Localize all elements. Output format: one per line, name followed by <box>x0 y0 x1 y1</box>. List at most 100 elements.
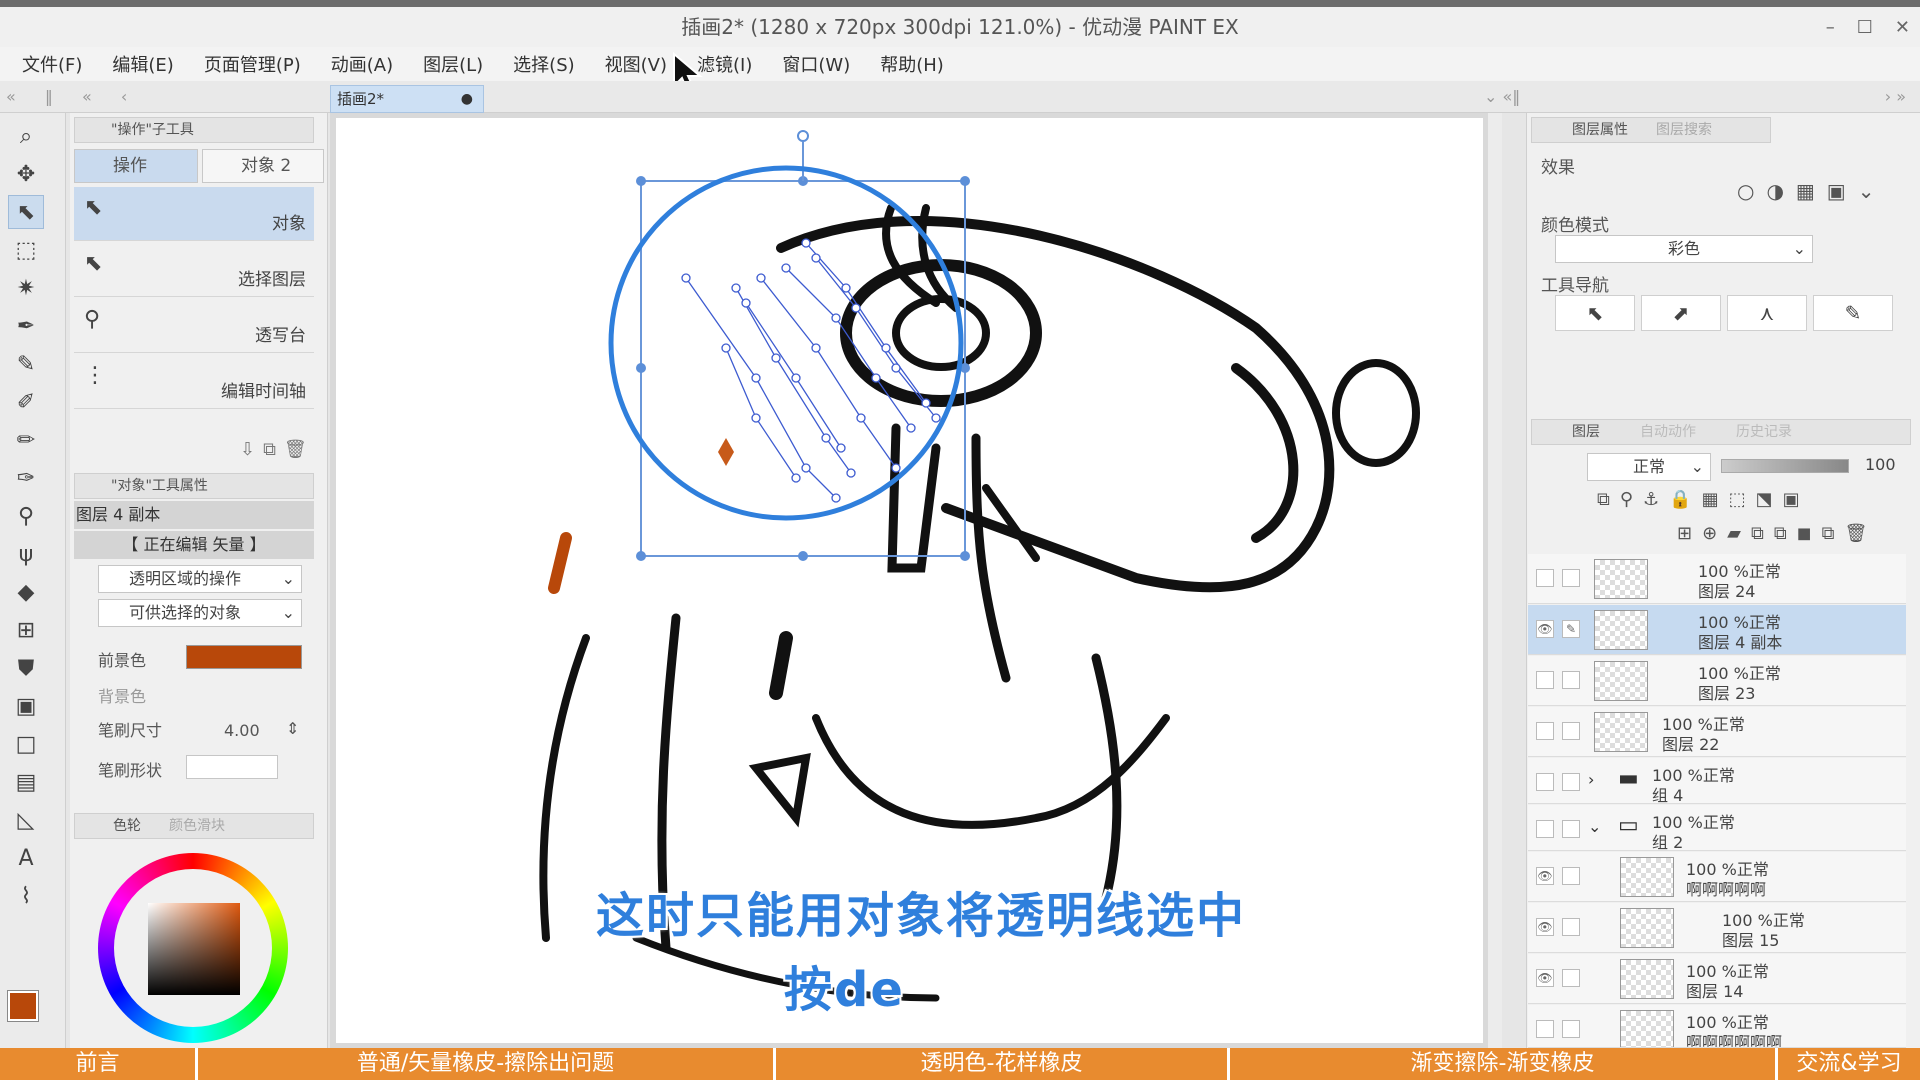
brush-size-spinner-icon[interactable]: ⇕ <box>286 719 299 738</box>
panel-collapse-arrows[interactable]: « ‖ « ‹ <box>6 87 139 106</box>
opacity-slider[interactable] <box>1721 459 1849 473</box>
menu-select[interactable]: 选择(S) <box>513 51 574 77</box>
lock-toggle[interactable] <box>1562 671 1580 689</box>
operation-tool-icon[interactable]: ⬉ <box>8 195 44 229</box>
selectable-object-dropdown[interactable]: 可供选择的对象 ⌄ <box>98 599 302 627</box>
close-button[interactable]: ✕ <box>1895 17 1910 38</box>
brush-size-value[interactable]: 4.00 <box>224 721 260 740</box>
stamp-tool-icon[interactable]: ⚲ <box>8 499 44 533</box>
nav-control-point-button[interactable]: ⬈ <box>1641 295 1721 331</box>
lock-toggle[interactable] <box>1562 722 1580 740</box>
layer-row[interactable]: 👁 100 %正常 图层 15 <box>1528 903 1906 953</box>
eye-icon[interactable]: 👁 <box>1536 918 1554 936</box>
visibility-toggle[interactable] <box>1536 773 1554 791</box>
pencil-tool-icon[interactable]: ✎ <box>8 347 44 381</box>
folder-row[interactable]: ⌄ ▭ 100 %正常组 2 <box>1528 805 1906 852</box>
layer-row[interactable]: 100 %正常 图层 23 <box>1528 656 1906 706</box>
nav-line-width-button[interactable]: ✎ <box>1813 295 1893 331</box>
grass-tool-icon[interactable]: ψ <box>8 537 44 571</box>
main-color-swatch[interactable] <box>7 990 39 1022</box>
layer-property-tab[interactable]: 图层属性 <box>1572 122 1628 138</box>
brush-shape-dropdown[interactable] <box>186 755 278 779</box>
airbrush-tool-icon[interactable]: ✏ <box>8 423 44 457</box>
lock-toggle[interactable] <box>1562 918 1580 936</box>
lock-toggle[interactable] <box>1562 1020 1580 1038</box>
nav-object-button[interactable]: ⬉ <box>1555 295 1635 331</box>
menu-view[interactable]: 视图(V) <box>605 51 667 77</box>
layer-row[interactable]: 100 %正常 图层 24 <box>1528 554 1906 604</box>
chapter-community[interactable]: 交流&学习 <box>1778 1048 1920 1080</box>
subtool-actions[interactable]: ⇩⧉🗑 <box>240 439 315 460</box>
eye-icon[interactable]: 👁 <box>1536 620 1554 638</box>
color-wheel-tab[interactable]: 色轮 <box>113 818 141 834</box>
gradient-tool-icon[interactable]: ▣ <box>8 689 44 723</box>
subtool-object[interactable]: ⬉ 对象 <box>74 187 314 241</box>
lock-toggle[interactable] <box>1562 867 1580 885</box>
tab-operation[interactable]: 操作 <box>74 149 198 183</box>
fill-tool-icon[interactable]: ⛊ <box>8 651 44 685</box>
canvas-scrollbar[interactable] <box>1488 113 1502 1048</box>
subtool-lighttable[interactable]: ⚲ 透写台 <box>74 299 314 353</box>
menu-edit[interactable]: 编辑(E) <box>112 51 173 77</box>
nav-pinch-button[interactable]: ⋏ <box>1727 295 1807 331</box>
layer-row[interactable]: 👁 100 %正常 啊啊啊啊啊 <box>1528 852 1906 902</box>
dock-arrows[interactable]: ⌄ «‖ <box>1484 87 1520 106</box>
tab-object[interactable]: 对象 2 <box>202 149 324 183</box>
brush-tool-icon[interactable]: ✐ <box>8 385 44 419</box>
pen-icon[interactable]: ✎ <box>1562 620 1580 638</box>
move-tool-icon[interactable]: ✥ <box>8 157 44 191</box>
document-tab[interactable]: 插画2* ● <box>330 85 484 113</box>
lock-toggle[interactable] <box>1562 969 1580 987</box>
chevron-down-icon[interactable]: ⌄ <box>1588 817 1601 836</box>
layer-toolbar-2[interactable]: ⊞⊕▰⧉⧉◼⧉🗑 <box>1677 523 1877 544</box>
minimize-button[interactable]: – <box>1826 17 1835 38</box>
figure-tool-icon[interactable]: □ <box>8 727 44 761</box>
fg-color-swatch[interactable] <box>186 645 302 669</box>
layer-row[interactable]: 100 %正常 啊啊啊啊啊啊 <box>1528 1005 1906 1048</box>
layer-search-tab[interactable]: 图层搜索 <box>1656 122 1712 138</box>
subtool-timeline[interactable]: ⋮ 编辑时间轴 <box>74 355 314 409</box>
menu-window[interactable]: 窗口(W) <box>782 51 850 77</box>
layer-row[interactable]: 👁 100 %正常 图层 14 <box>1528 954 1906 1004</box>
tab-layer[interactable]: 图层 <box>1572 424 1600 440</box>
maximize-button[interactable]: ☐ <box>1857 17 1873 38</box>
tab-auto-action[interactable]: 自动动作 <box>1640 424 1696 440</box>
selection-tool-icon[interactable]: ⬚ <box>8 233 44 267</box>
menu-file[interactable]: 文件(F) <box>22 51 82 77</box>
layer-row[interactable]: 100 %正常 图层 22 <box>1528 707 1906 757</box>
transparent-area-dropdown[interactable]: 透明区域的操作 ⌄ <box>98 565 302 593</box>
visibility-toggle[interactable] <box>1536 722 1554 740</box>
subtool-select-layer[interactable]: ⬉ 选择图层 <box>74 243 314 297</box>
chapter-gradient[interactable]: 渐变擦除-渐变橡皮 <box>1230 1048 1778 1080</box>
folder-row[interactable]: › ▬ 100 %正常组 4 <box>1528 758 1906 805</box>
chevron-right-icon[interactable]: › <box>1588 770 1594 789</box>
lock-toggle[interactable] <box>1562 773 1580 791</box>
visibility-toggle[interactable] <box>1536 820 1554 838</box>
eraser-tool-icon[interactable]: ◆ <box>8 575 44 609</box>
chapter-transparent[interactable]: 透明色-花样橡皮 <box>776 1048 1230 1080</box>
color-square[interactable] <box>148 903 240 995</box>
blend-tool-icon[interactable]: ⊞ <box>8 613 44 647</box>
chapter-intro[interactable]: 前言 <box>0 1048 198 1080</box>
layer-row[interactable]: 👁 ✎ 100 %正常 图层 4 副本 <box>1528 605 1906 655</box>
visibility-toggle[interactable] <box>1536 569 1554 587</box>
balloon-tool-icon[interactable]: ⌇ <box>8 879 44 913</box>
eye-icon[interactable]: 👁 <box>1536 969 1554 987</box>
auto-select-tool-icon[interactable]: ✷ <box>8 271 44 305</box>
frame-tool-icon[interactable]: ▤ <box>8 765 44 799</box>
text-tool-icon[interactable]: A <box>8 841 44 875</box>
ruler-tool-icon[interactable]: ◺ <box>8 803 44 837</box>
opacity-value[interactable]: 100 <box>1865 455 1896 474</box>
menu-page[interactable]: 页面管理(P) <box>204 51 301 77</box>
lock-toggle[interactable] <box>1562 569 1580 587</box>
color-slider-tab[interactable]: 颜色滑块 <box>169 818 225 834</box>
menu-layer[interactable]: 图层(L) <box>423 51 483 77</box>
effect-icons[interactable]: ○◑▦▣⌄ <box>1737 179 1886 203</box>
tab-history[interactable]: 历史记录 <box>1736 424 1792 440</box>
right-arrows[interactable]: › » <box>1885 87 1906 106</box>
blend-mode-dropdown[interactable]: 正常 ⌄ <box>1587 453 1711 481</box>
pen-tool-icon[interactable]: ✒ <box>8 309 44 343</box>
chapter-eraser-issue[interactable]: 普通/矢量橡皮-擦除出问题 <box>198 1048 776 1080</box>
menu-help[interactable]: 帮助(H) <box>880 51 944 77</box>
lock-toggle[interactable] <box>1562 820 1580 838</box>
